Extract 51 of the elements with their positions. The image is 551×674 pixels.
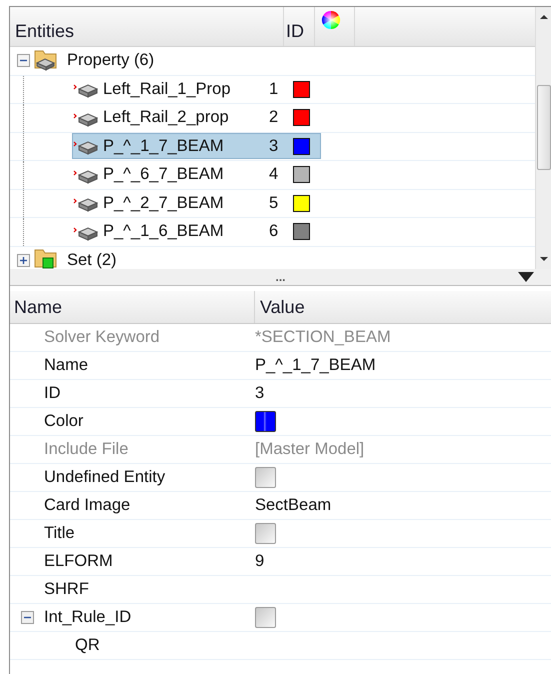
property-value: 3: [255, 384, 264, 403]
tree-item[interactable]: P_^_6_7_BEAM 4: [72, 162, 321, 188]
column-header[interactable]: Entities: [10, 7, 284, 46]
color-swatch[interactable]: [293, 109, 310, 126]
column-header[interactable]: ID: [284, 7, 315, 46]
checkbox[interactable]: [255, 523, 276, 544]
column-header[interactable]: Name: [10, 291, 255, 323]
tree-item[interactable]: P_^_2_7_BEAM 5: [72, 190, 321, 216]
property-value: SectBeam: [255, 496, 332, 515]
property-name: Title: [44, 524, 75, 543]
property-name: Solver Keyword: [44, 328, 160, 347]
tree-group-label[interactable]: Property (6): [67, 51, 154, 70]
checkbox[interactable]: [255, 607, 276, 628]
property-name: Int_Rule_ID: [44, 608, 132, 627]
expand-toggle[interactable]: [17, 254, 30, 267]
scrollbar-thumb[interactable]: [536, 85, 550, 170]
scroll-down-icon[interactable]: [538, 255, 550, 263]
color-swatch[interactable]: [293, 194, 310, 212]
tree-item[interactable]: P_^_1_6_BEAM 6: [72, 218, 321, 245]
property-name: Name: [44, 356, 88, 375]
property-value: [Master Model]: [255, 440, 364, 459]
tree-item[interactable]: Left_Rail_2_prop 2: [72, 104, 321, 131]
property-name: ELFORM: [44, 552, 113, 571]
tree-group-label[interactable]: Set (2): [67, 250, 117, 269]
property-value: *SECTION_BEAM: [255, 328, 391, 347]
property-name: Undefined Entity: [44, 468, 166, 487]
scroll-up-icon[interactable]: [538, 13, 550, 21]
property-value: P_^_1_7_BEAM: [255, 356, 376, 375]
color-swatch[interactable]: [255, 411, 276, 432]
tree-item[interactable]: Left_Rail_1_Prop 1: [72, 76, 321, 102]
tree-item[interactable]: P_^_1_7_BEAM 3: [72, 133, 321, 160]
property-name: Include File: [44, 440, 128, 459]
property-name: Color: [44, 412, 84, 431]
collapse-toggle[interactable]: [17, 54, 30, 68]
color-swatch[interactable]: [293, 223, 310, 240]
dropdown-arrow-icon[interactable]: [517, 271, 535, 283]
checkbox[interactable]: [255, 467, 276, 488]
splitter-bar[interactable]: ...: [10, 269, 551, 286]
collapse-toggle[interactable]: [20, 611, 34, 624]
property-name: ID: [44, 384, 60, 403]
property-name: SHRF: [44, 580, 89, 599]
color-swatch[interactable]: [293, 166, 310, 184]
property-value: 9: [255, 552, 264, 571]
vertical-scrollbar[interactable]: [535, 7, 551, 269]
color-wheel-icon[interactable]: [321, 10, 341, 30]
property-name: Card Image: [44, 496, 130, 515]
color-swatch[interactable]: [293, 80, 310, 98]
splitter-grip[interactable]: ...: [275, 271, 286, 283]
color-swatch[interactable]: [293, 138, 310, 155]
column-header[interactable]: Value: [255, 291, 305, 323]
property-name: QR: [75, 636, 100, 655]
